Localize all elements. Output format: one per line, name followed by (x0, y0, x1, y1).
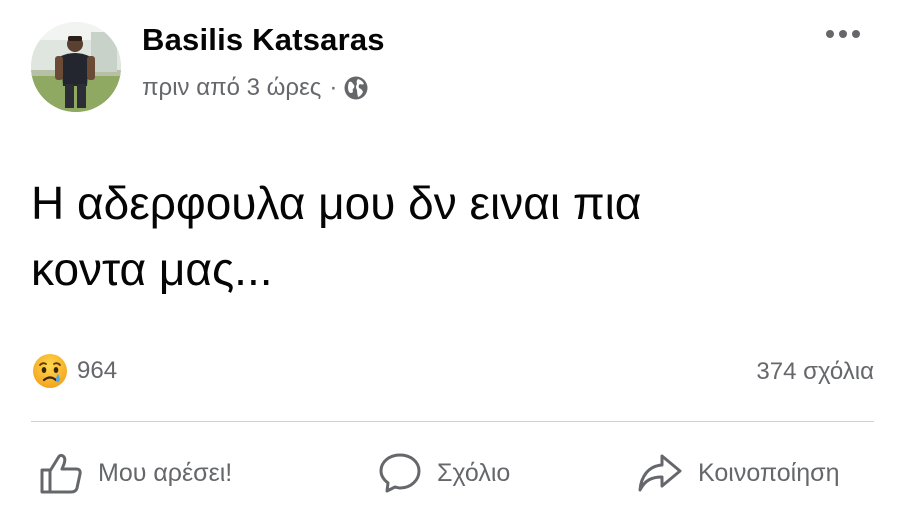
like-button[interactable]: Μου αρέσει! (38, 445, 232, 501)
avatar[interactable] (31, 22, 121, 112)
more-dot (826, 30, 834, 38)
divider (31, 421, 874, 422)
comment-button[interactable]: Σχόλιο (377, 445, 510, 501)
more-dot (839, 30, 847, 38)
post-text: Η αδερφουλα μου δν ειναι πια κοντα μας..… (31, 177, 642, 295)
sad-reaction-icon (31, 352, 69, 390)
comment-label: Σχόλιο (437, 458, 511, 487)
action-bar: Μου αρέσει! Σχόλιο Κοινοποίηση (0, 445, 900, 501)
author-name[interactable]: Basilis Katsaras (142, 22, 385, 58)
facebook-post: Basilis Katsaras πριν από 3 ώρες · Η αδε… (0, 0, 900, 511)
comment-icon (379, 453, 421, 493)
like-label: Μου αρέσει! (98, 458, 233, 487)
reactions-summary[interactable]: 964 (31, 352, 117, 390)
avatar-photo (31, 22, 121, 112)
share-label: Κοινοποίηση (698, 458, 840, 487)
thumbs-up-icon (40, 453, 82, 494)
more-options-icon[interactable] (826, 30, 860, 38)
globe-icon[interactable] (343, 75, 369, 101)
share-button[interactable]: Κοινοποίηση (636, 445, 839, 501)
post-timestamp[interactable]: πριν από 3 ώρες (142, 74, 321, 102)
post-meta: πριν από 3 ώρες · (142, 74, 369, 102)
meta-separator: · (329, 74, 338, 101)
reaction-count: 964 (77, 357, 118, 384)
comments-count[interactable]: 374 σχόλια (756, 358, 874, 386)
more-dot (852, 30, 860, 38)
share-icon (638, 454, 682, 492)
